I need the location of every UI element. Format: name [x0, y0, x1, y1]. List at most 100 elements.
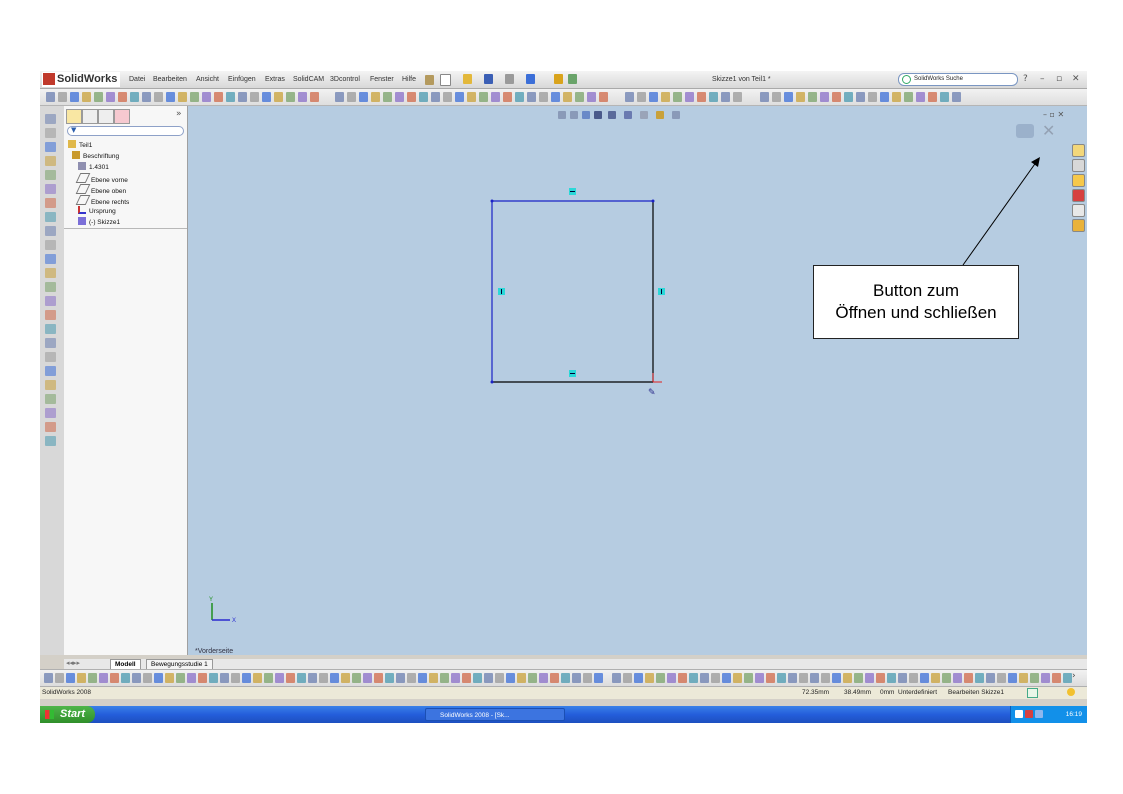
sketch-point[interactable] [490, 199, 494, 203]
tray-network-icon[interactable] [1015, 710, 1023, 718]
sketch-tool-icon[interactable] [418, 673, 427, 683]
sketch-tool-icon[interactable] [308, 673, 317, 683]
command-tool-icon[interactable] [909, 673, 918, 683]
left-tool-icon[interactable] [45, 128, 56, 138]
restore-button[interactable]: ▫ [1056, 73, 1062, 86]
rebuild-icon[interactable] [554, 74, 563, 84]
sketch-entity-tool-icon[interactable] [844, 92, 853, 102]
sketch-entity-tool-icon[interactable] [796, 92, 805, 102]
left-tool-icon[interactable] [45, 268, 56, 278]
command-tool-icon[interactable] [1030, 673, 1039, 683]
command-tool-icon[interactable] [953, 673, 962, 683]
sketch-entity-tool-icon[interactable] [940, 92, 949, 102]
sketch-tool-icon[interactable] [77, 673, 86, 683]
sketch-tool-icon[interactable] [253, 673, 262, 683]
left-tool-icon[interactable] [45, 324, 56, 334]
menu-solidcam[interactable]: SolidCAM [293, 73, 324, 86]
tree-item-part[interactable]: Teil1 [68, 140, 92, 151]
feature-tool-icon[interactable] [575, 92, 584, 102]
sketch-entity-tool-icon[interactable] [820, 92, 829, 102]
relation-tool-icon[interactable] [755, 673, 764, 683]
file-explorer-icon[interactable] [1072, 174, 1085, 187]
command-tool-icon[interactable] [810, 673, 819, 683]
left-tool-icon[interactable] [45, 436, 56, 446]
relation-tool-icon[interactable] [733, 673, 742, 683]
help-bulb-icon[interactable] [1067, 688, 1075, 696]
command-tool-icon[interactable] [942, 673, 951, 683]
confirmation-corner-cancel-icon[interactable]: ✕ [1042, 121, 1055, 140]
command-tool-icon[interactable] [887, 673, 896, 683]
annotation-tool-icon[interactable] [106, 92, 115, 102]
command-tool-icon[interactable] [986, 673, 995, 683]
sketch-tool-icon[interactable] [561, 673, 570, 683]
relation-tool-icon[interactable] [777, 673, 786, 683]
sketch-tool-icon[interactable] [55, 673, 64, 683]
solidworks-logo[interactable]: SolidWorks [42, 72, 120, 87]
annotation-tool-icon[interactable] [58, 92, 67, 102]
tree-item-material[interactable]: 1.4301 [78, 162, 109, 173]
relation-tool-icon[interactable] [799, 673, 808, 683]
relation-tool-icon[interactable] [788, 673, 797, 683]
annotation-tool-icon[interactable] [298, 92, 307, 102]
sketch-tool-icon[interactable] [550, 673, 559, 683]
relation-tool-icon[interactable] [645, 673, 654, 683]
command-tool-icon[interactable] [854, 673, 863, 683]
sketch-tool-icon[interactable] [330, 673, 339, 683]
appearances-icon[interactable] [1072, 219, 1085, 232]
configuration-manager-tab-icon[interactable] [98, 109, 114, 124]
sketch-tool-icon[interactable] [341, 673, 350, 683]
sketch-tool-icon[interactable] [539, 673, 548, 683]
relation-tool-icon[interactable] [634, 673, 643, 683]
sketch-tool-icon[interactable] [396, 673, 405, 683]
sketch-entity-tool-icon[interactable] [952, 92, 961, 102]
relation-tool-icon[interactable] [744, 673, 753, 683]
new-document-icon[interactable] [440, 74, 451, 86]
view-tool-icon[interactable] [661, 92, 670, 102]
left-tool-icon[interactable] [45, 296, 56, 306]
command-tool-icon[interactable] [1008, 673, 1017, 683]
tray-volume-icon[interactable] [1035, 710, 1043, 718]
annotation-tool-icon[interactable] [274, 92, 283, 102]
left-tool-icon[interactable] [45, 422, 56, 432]
sketch-tool-icon[interactable] [517, 673, 526, 683]
annotation-tool-icon[interactable] [262, 92, 271, 102]
menu-datei[interactable]: Datei [129, 73, 145, 86]
menu-fenster[interactable]: Fenster [370, 73, 394, 86]
menu-3dcontrol[interactable]: 3Dcontrol [330, 73, 360, 86]
close-button[interactable]: ✕ [1072, 73, 1080, 86]
relation-tool-icon[interactable] [612, 673, 621, 683]
quick-tips-icon[interactable] [1027, 688, 1038, 698]
command-tool-icon[interactable] [1041, 673, 1050, 683]
feature-tool-icon[interactable] [527, 92, 536, 102]
annotation-tool-icon[interactable] [166, 92, 175, 102]
feature-tool-icon[interactable] [479, 92, 488, 102]
annotation-tool-icon[interactable] [82, 92, 91, 102]
relation-tool-icon[interactable] [766, 673, 775, 683]
view-tool-icon[interactable] [649, 92, 658, 102]
undo-icon[interactable] [526, 74, 535, 84]
annotation-tool-icon[interactable] [202, 92, 211, 102]
left-tool-icon[interactable] [45, 240, 56, 250]
sketch-tool-icon[interactable] [132, 673, 141, 683]
design-library-icon[interactable] [1072, 159, 1085, 172]
sketch-tool-icon[interactable] [374, 673, 383, 683]
sketch-tool-icon[interactable] [275, 673, 284, 683]
left-tool-icon[interactable] [45, 170, 56, 180]
open-icon[interactable] [463, 74, 472, 84]
command-tool-icon[interactable] [997, 673, 1006, 683]
sketch-tool-icon[interactable] [352, 673, 361, 683]
left-tool-icon[interactable] [45, 156, 56, 166]
sketch-tool-icon[interactable] [231, 673, 240, 683]
search-results-icon[interactable] [1072, 189, 1085, 202]
feature-tool-icon[interactable] [383, 92, 392, 102]
relation-tool-icon[interactable] [722, 673, 731, 683]
feature-tool-icon[interactable] [443, 92, 452, 102]
annotation-tool-icon[interactable] [94, 92, 103, 102]
feature-tool-icon[interactable] [599, 92, 608, 102]
sketch-entity-tool-icon[interactable] [832, 92, 841, 102]
sketch-point[interactable] [651, 199, 655, 203]
feature-tool-icon[interactable] [407, 92, 416, 102]
sketch-entity-tool-icon[interactable] [784, 92, 793, 102]
left-tool-icon[interactable] [45, 198, 56, 208]
annotation-tool-icon[interactable] [154, 92, 163, 102]
